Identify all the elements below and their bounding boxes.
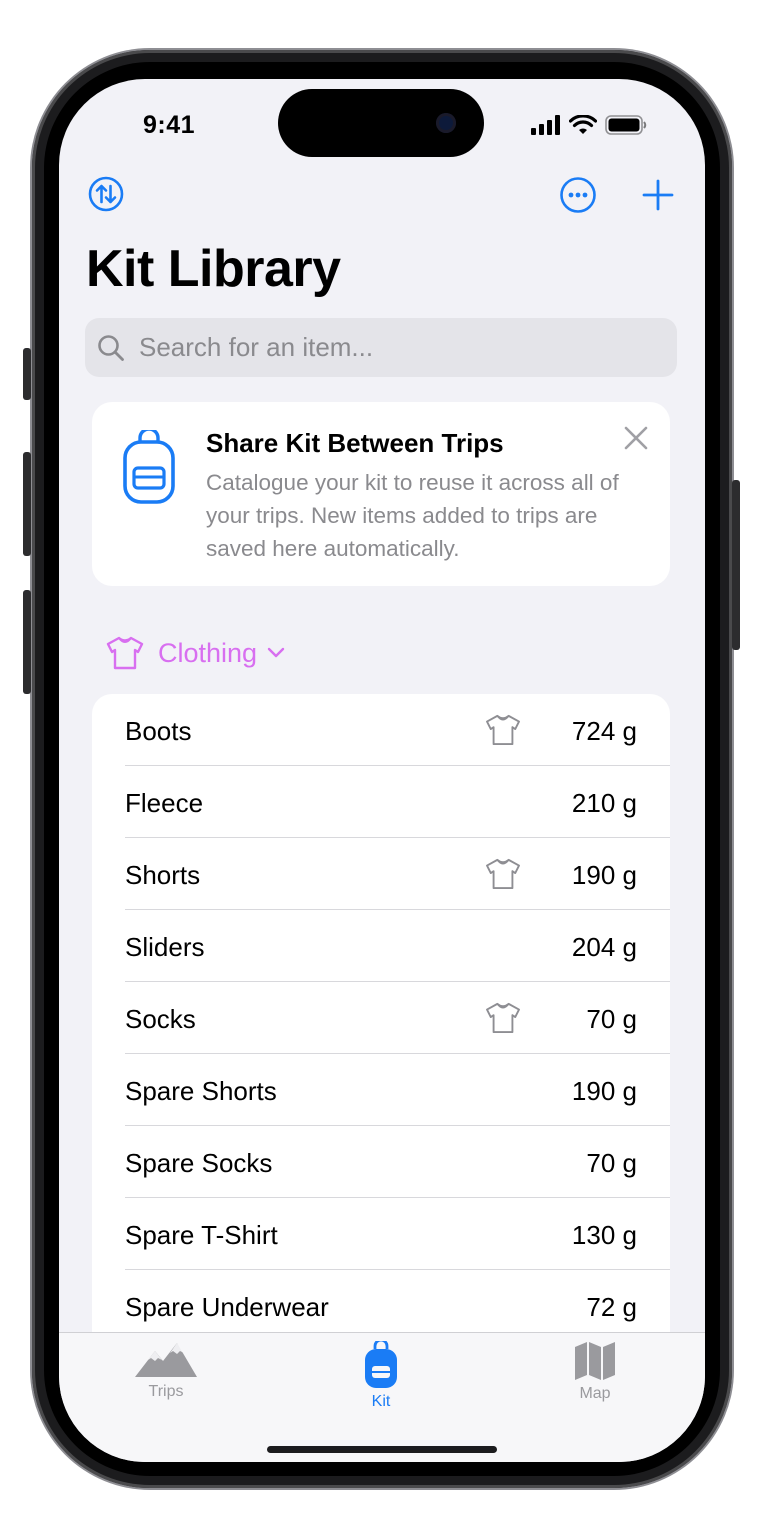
item-weight: 72 g (586, 1292, 637, 1322)
volume-up-button (23, 452, 31, 556)
worn-tshirt-icon (486, 714, 520, 746)
item-weight: 210 g (571, 788, 637, 818)
item-weight: 190 g (571, 1076, 637, 1106)
search-bar[interactable] (85, 318, 677, 377)
tip-title: Share Kit Between Trips (206, 428, 504, 458)
tip-body: Catalogue your kit to reuse it across al… (206, 470, 619, 561)
list-item[interactable]: Spare Shorts 190 g (92, 1054, 670, 1126)
tip-card: Share Kit Between Trips Catalogue your k… (92, 402, 670, 586)
item-weight: 70 g (586, 1004, 637, 1034)
item-name: Sliders (125, 932, 205, 962)
more-button[interactable] (559, 176, 597, 214)
battery-icon (605, 115, 647, 135)
tab-kit-label: Kit (371, 1393, 391, 1410)
search-icon (98, 334, 124, 361)
item-name: Socks (125, 1004, 196, 1034)
item-name: Spare Socks (125, 1148, 273, 1178)
map-icon (575, 1342, 615, 1380)
backpack-icon (365, 1341, 397, 1388)
tab-map-label: Map (579, 1385, 611, 1402)
list-item[interactable]: Socks 70 g (92, 982, 670, 1054)
page-title: Kit Library (86, 240, 341, 298)
arrow-up-down-circle-icon (88, 176, 124, 212)
item-name: Shorts (125, 860, 201, 890)
ellipsis-circle-icon (560, 177, 596, 213)
plus-icon (642, 179, 674, 211)
dynamic-island (278, 89, 484, 157)
item-name: Boots (125, 716, 192, 746)
item-name: Fleece (125, 788, 204, 818)
tip-close-button[interactable] (624, 426, 648, 455)
status-icons (531, 115, 647, 135)
status-time: 9:41 (143, 111, 196, 139)
item-weight: 724 g (571, 716, 637, 746)
cellular-signal-icon (531, 115, 560, 135)
wifi-icon (569, 115, 597, 134)
volume-down-button (23, 590, 31, 694)
worn-tshirt-icon (486, 1002, 520, 1034)
tab-kit[interactable]: Kit (321, 1341, 441, 1411)
tshirt-icon (106, 636, 144, 670)
item-weight: 190 g (571, 860, 637, 890)
item-weight: 70 g (586, 1148, 637, 1178)
close-icon (624, 426, 648, 450)
sort-button[interactable] (88, 176, 124, 212)
power-button (732, 480, 740, 650)
list-item[interactable]: Spare Socks 70 g (92, 1126, 670, 1198)
category-filter-button[interactable]: Clothing (106, 636, 285, 670)
kit-list: Boots 724 g Fleece 210 g Shorts 190 g Sl… (92, 694, 670, 1342)
tab-trips[interactable]: Trips (106, 1341, 226, 1401)
tab-bar: Trips Kit Map (59, 1332, 705, 1462)
chevron-down-icon (267, 647, 285, 658)
screen: 9:41 Kit Library Search for an item... S… (59, 79, 705, 1462)
mountains-icon (135, 1343, 197, 1377)
worn-tshirt-icon (486, 858, 520, 890)
tab-trips-label: Trips (148, 1383, 184, 1400)
category-label: Clothing (158, 637, 258, 668)
item-weight: 204 g (571, 932, 637, 962)
item-name: Spare Shorts (125, 1076, 277, 1106)
list-item[interactable]: Sliders 204 g (92, 910, 670, 982)
list-item[interactable]: Fleece 210 g (92, 766, 670, 838)
backpack-icon (123, 430, 175, 504)
search-input[interactable] (137, 331, 641, 364)
tab-map[interactable]: Map (535, 1341, 655, 1403)
item-name: Spare Underwear (125, 1292, 329, 1322)
add-button[interactable] (642, 179, 674, 211)
camera (436, 113, 456, 133)
list-item[interactable]: Boots 724 g (92, 694, 670, 766)
home-indicator[interactable] (267, 1446, 497, 1453)
item-weight: 130 g (571, 1220, 637, 1250)
list-item[interactable]: Spare T-Shirt 130 g (92, 1198, 670, 1270)
item-name: Spare T-Shirt (125, 1220, 278, 1250)
action-button (23, 348, 31, 400)
list-item[interactable]: Shorts 190 g (92, 838, 670, 910)
